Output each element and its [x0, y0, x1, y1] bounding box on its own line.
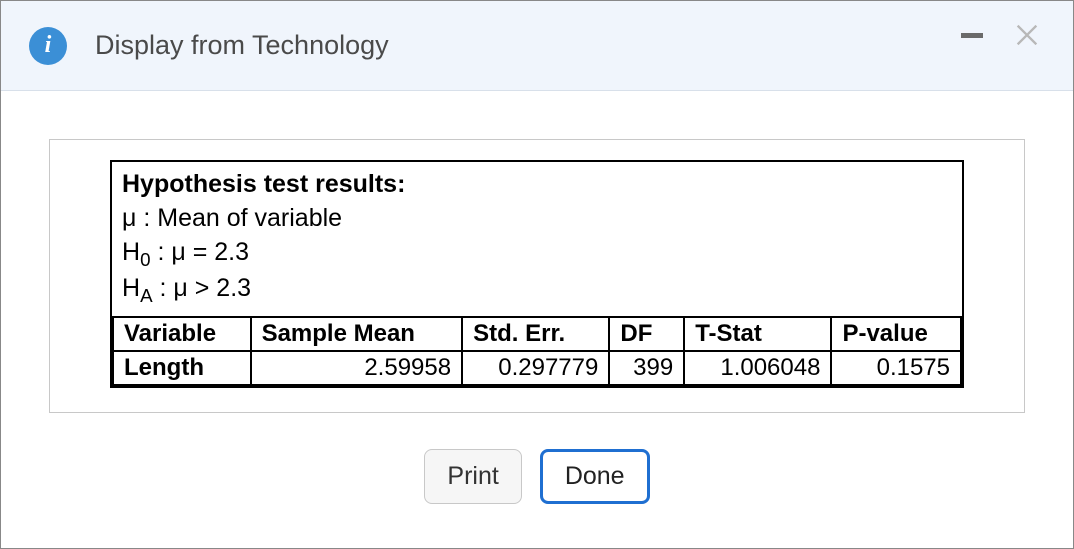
- alt-hypothesis: HA : μ > 2.3: [122, 272, 952, 308]
- h0-label: H: [122, 238, 140, 266]
- cell-df: 399: [609, 351, 684, 385]
- col-sample-mean: Sample Mean: [251, 317, 463, 351]
- done-button[interactable]: Done: [540, 449, 650, 504]
- h0-subscript: 0: [140, 249, 150, 270]
- window-title: Display from Technology: [95, 30, 389, 61]
- ha-subscript: A: [140, 285, 153, 306]
- h0-expression: : μ = 2.3: [151, 238, 250, 266]
- ha-expression: : μ > 2.3: [153, 274, 252, 302]
- results-title: Hypothesis test results:: [122, 168, 952, 202]
- col-p-value: P-value: [831, 317, 961, 351]
- cell-sample-mean: 2.59958: [251, 351, 463, 385]
- cell-variable: Length: [113, 351, 251, 385]
- minimize-icon[interactable]: [961, 33, 983, 38]
- mu-prefix: μ :: [122, 204, 157, 232]
- results-header: Hypothesis test results: μ : Mean of var…: [112, 162, 962, 316]
- info-icon: i: [29, 27, 67, 65]
- results-table: Variable Sample Mean Std. Err. DF T-Stat…: [112, 316, 962, 386]
- null-hypothesis: H0 : μ = 2.3: [122, 236, 952, 272]
- col-variable: Variable: [113, 317, 251, 351]
- cell-std-err: 0.297779: [462, 351, 609, 385]
- button-row: Print Done: [49, 449, 1025, 504]
- results-box: Hypothesis test results: μ : Mean of var…: [110, 160, 964, 388]
- col-df: DF: [609, 317, 684, 351]
- results-frame: Hypothesis test results: μ : Mean of var…: [49, 139, 1025, 413]
- content-area: Hypothesis test results: μ : Mean of var…: [1, 91, 1073, 504]
- window-controls: [961, 21, 1041, 49]
- col-t-stat: T-Stat: [684, 317, 831, 351]
- print-button[interactable]: Print: [424, 449, 521, 504]
- table-header-row: Variable Sample Mean Std. Err. DF T-Stat…: [113, 317, 961, 351]
- close-icon[interactable]: [1013, 21, 1041, 49]
- table-row: Length 2.59958 0.297779 399 1.006048 0.1…: [113, 351, 961, 385]
- mu-text: Mean of variable: [157, 204, 342, 232]
- mu-definition: μ : Mean of variable: [122, 202, 952, 236]
- titlebar: i Display from Technology: [1, 1, 1073, 91]
- ha-label: H: [122, 274, 140, 302]
- cell-p-value: 0.1575: [831, 351, 961, 385]
- cell-t-stat: 1.006048: [684, 351, 831, 385]
- col-std-err: Std. Err.: [462, 317, 609, 351]
